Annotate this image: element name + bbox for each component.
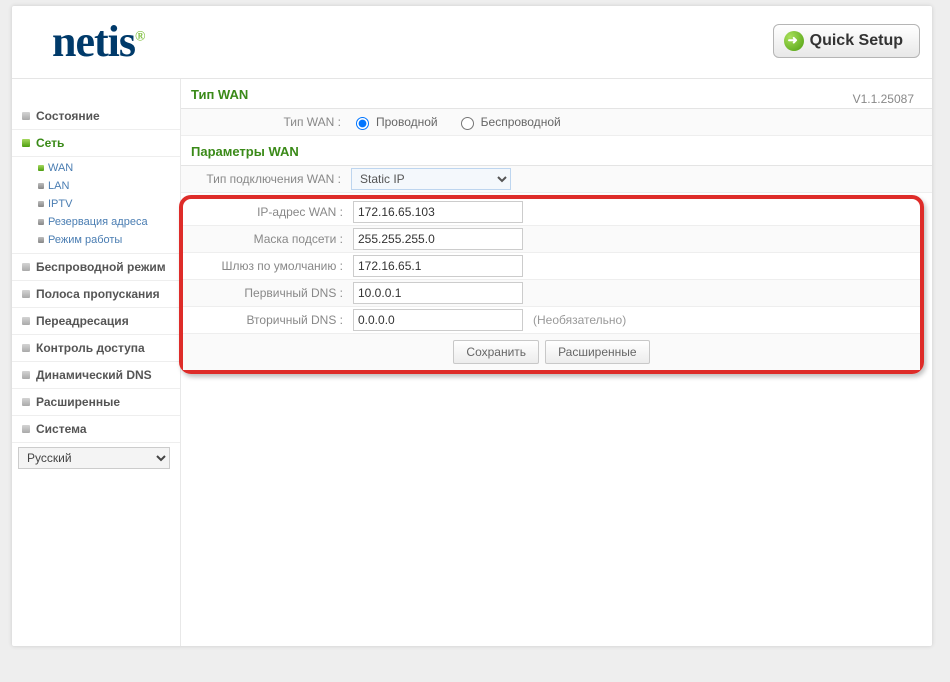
row-wan-type: Тип WAN : Проводной Беспроводной xyxy=(181,109,932,136)
ip-content xyxy=(349,201,920,223)
bullet-icon xyxy=(22,290,30,298)
wan-type-wired[interactable]: Проводной xyxy=(351,114,438,130)
button-row: Сохранить Расширенные xyxy=(183,334,920,370)
sidebar-item-bandwidth[interactable]: Полоса пропускания xyxy=(12,281,180,308)
bullet-icon xyxy=(22,112,30,120)
row-dns1: Первичный DNS : xyxy=(183,280,920,307)
quick-setup-label: Quick Setup xyxy=(810,32,903,50)
bullet-icon xyxy=(22,344,30,352)
header: netis® Quick Setup xyxy=(12,6,932,79)
sidebar-item-system[interactable]: Система xyxy=(12,416,180,443)
bullet-icon xyxy=(38,165,44,171)
conn-type-select[interactable]: Static IP xyxy=(351,168,511,190)
sidebar: Состояние Сеть WAN LAN IPTV Резервация а… xyxy=(12,79,181,646)
sidebar-item-label: Система xyxy=(36,422,87,436)
sidebar-subitem-label: Резервация адреса xyxy=(48,216,148,228)
radio-wireless[interactable] xyxy=(461,117,474,130)
mask-content xyxy=(349,228,920,250)
conn-type-content: Static IP xyxy=(347,168,932,190)
gw-content xyxy=(349,255,920,277)
gw-input[interactable] xyxy=(353,255,523,277)
sidebar-item-advanced[interactable]: Расширенные xyxy=(12,389,180,416)
wan-type-radios: Проводной Беспроводной xyxy=(347,114,932,130)
bullet-icon xyxy=(38,237,44,243)
sidebar-item-network[interactable]: Сеть xyxy=(12,130,180,157)
sidebar-item-label: Беспроводной режим xyxy=(36,260,166,274)
version-label: V1.1.25087 xyxy=(853,92,914,106)
row-dns2: Вторичный DNS : (Необязательно) xyxy=(183,307,920,334)
quick-setup-button[interactable]: Quick Setup xyxy=(773,24,920,58)
bullet-icon xyxy=(38,183,44,189)
sidebar-item-label: Полоса пропускания xyxy=(36,287,160,301)
wan-type-label: Тип WAN : xyxy=(181,115,347,129)
sidebar-item-label: Расширенные xyxy=(36,395,120,409)
bullet-icon xyxy=(22,425,30,433)
conn-type-label: Тип подключения WAN : xyxy=(181,172,347,186)
sidebar-item-label: Состояние xyxy=(36,109,100,123)
sidebar-subitem-label: WAN xyxy=(48,162,73,174)
gw-label: Шлюз по умолчанию : xyxy=(183,259,349,273)
wan-type-wireless[interactable]: Беспроводной xyxy=(456,114,561,130)
sidebar-subitem-iptv[interactable]: IPTV xyxy=(12,195,180,213)
sidebar-subitem-lan[interactable]: LAN xyxy=(12,177,180,195)
bullet-icon xyxy=(22,371,30,379)
highlight-box: IP-адрес WAN : Маска подсети : Шлюз по у… xyxy=(179,195,924,374)
radio-wireless-label: Беспроводной xyxy=(481,115,561,129)
sidebar-subitem-wan[interactable]: WAN xyxy=(12,159,180,177)
logo: netis® xyxy=(52,16,144,67)
section-wan-params: Параметры WAN xyxy=(181,136,932,166)
row-ip: IP-адрес WAN : xyxy=(183,199,920,226)
bullet-icon xyxy=(22,139,30,147)
sidebar-item-label: Сеть xyxy=(36,136,64,150)
dns1-input[interactable] xyxy=(353,282,523,304)
ip-label: IP-адрес WAN : xyxy=(183,205,349,219)
sidebar-item-forwarding[interactable]: Переадресация xyxy=(12,308,180,335)
sidebar-subitem-reservation[interactable]: Резервация адреса xyxy=(12,213,180,231)
mask-input[interactable] xyxy=(353,228,523,250)
sidebar-item-label: Переадресация xyxy=(36,314,129,328)
mask-label: Маска подсети : xyxy=(183,232,349,246)
sidebar-item-label: Контроль доступа xyxy=(36,341,145,355)
dns2-content: (Необязательно) xyxy=(349,309,920,331)
bullet-icon xyxy=(22,263,30,271)
radio-wired[interactable] xyxy=(356,117,369,130)
advanced-button[interactable]: Расширенные xyxy=(545,340,650,364)
sidebar-item-ddns[interactable]: Динамический DNS xyxy=(12,362,180,389)
save-button[interactable]: Сохранить xyxy=(453,340,539,364)
row-mask: Маска подсети : xyxy=(183,226,920,253)
row-conn-type: Тип подключения WAN : Static IP xyxy=(181,166,932,193)
sidebar-subitem-mode[interactable]: Режим работы xyxy=(12,231,180,249)
sidebar-item-access[interactable]: Контроль доступа xyxy=(12,335,180,362)
bullet-icon xyxy=(38,201,44,207)
section-wan-type: Тип WAN xyxy=(181,79,932,109)
ip-input[interactable] xyxy=(353,201,523,223)
bullet-icon xyxy=(38,219,44,225)
dns2-label: Вторичный DNS : xyxy=(183,313,349,327)
logo-text: netis xyxy=(52,17,135,66)
row-gw: Шлюз по умолчанию : xyxy=(183,253,920,280)
sidebar-subitem-label: IPTV xyxy=(48,198,72,210)
sidebar-item-label: Динамический DNS xyxy=(36,368,152,382)
dns2-note: (Необязательно) xyxy=(533,313,626,327)
sidebar-item-status[interactable]: Состояние xyxy=(12,103,180,130)
body: Состояние Сеть WAN LAN IPTV Резервация а… xyxy=(12,79,932,646)
dns1-label: Первичный DNS : xyxy=(183,286,349,300)
bullet-icon xyxy=(22,398,30,406)
bullet-icon xyxy=(22,317,30,325)
main-content: Тип WAN Тип WAN : Проводной Беспроводной… xyxy=(181,79,932,646)
sidebar-subitem-label: LAN xyxy=(48,180,69,192)
language-select[interactable]: Русский xyxy=(18,447,170,469)
radio-wired-label: Проводной xyxy=(376,115,438,129)
sidebar-item-wireless[interactable]: Беспроводной режим xyxy=(12,254,180,281)
sidebar-subitems: WAN LAN IPTV Резервация адреса Режим раб… xyxy=(12,157,180,254)
arrow-circle-icon xyxy=(784,31,804,51)
sidebar-subitem-label: Режим работы xyxy=(48,234,122,246)
dns1-content xyxy=(349,282,920,304)
dns2-input[interactable] xyxy=(353,309,523,331)
app-frame: netis® Quick Setup V1.1.25087 Состояние … xyxy=(12,6,932,646)
